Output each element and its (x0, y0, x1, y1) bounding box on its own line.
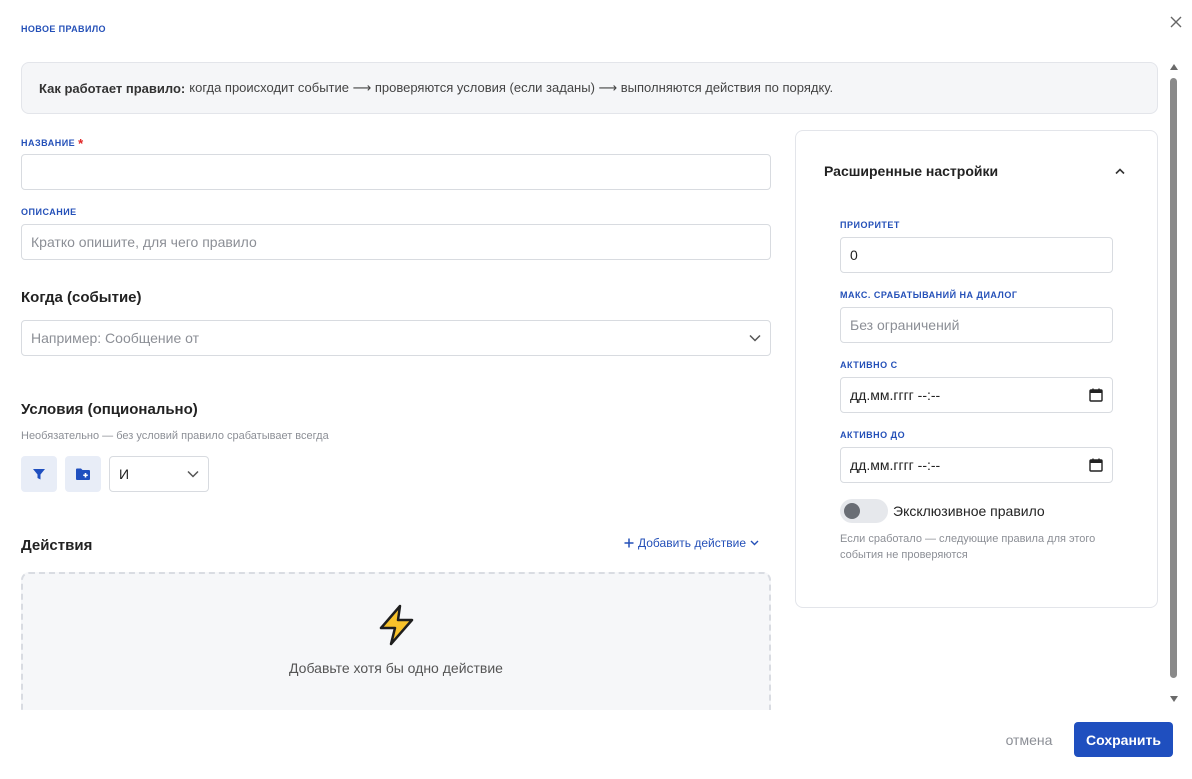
calendar-icon[interactable] (1089, 388, 1103, 402)
active-to-value: дд.мм.гггг --:-- (850, 457, 941, 473)
save-button[interactable]: Сохранить (1074, 722, 1173, 757)
exclusive-label: Эксклюзивное правило (893, 503, 1045, 519)
active-to-input[interactable]: дд.мм.гггг --:-- (840, 447, 1113, 483)
operator-value: И (119, 466, 130, 482)
max-triggers-input[interactable]: Без ограничений (840, 307, 1113, 343)
trigger-title: Когда (событие) (21, 289, 142, 306)
chevron-down-icon (750, 540, 759, 546)
close-icon (1170, 16, 1182, 28)
scroll-down-arrow[interactable] (1170, 696, 1178, 702)
lightning-icon (379, 604, 414, 646)
folder-plus-icon (76, 468, 90, 480)
operator-select[interactable]: И (109, 456, 209, 492)
chevron-up-icon (1115, 167, 1125, 174)
close-button[interactable] (1166, 12, 1186, 32)
actions-title: Действия (21, 537, 93, 554)
conditions-hint: Необязательно — без условий правило сраб… (21, 430, 329, 442)
plus-icon (624, 538, 634, 548)
add-action-button[interactable]: Добавить действие (624, 536, 759, 550)
filter-icon (33, 469, 45, 480)
add-condition-button[interactable] (21, 456, 57, 492)
scroll-thumb[interactable] (1170, 78, 1177, 678)
description-input[interactable]: Кратко опишите, для чего правило (21, 224, 771, 260)
priority-value: 0 (850, 247, 858, 263)
trigger-placeholder: Например: Сообщение от (31, 330, 200, 346)
info-box-title: Как работает правило: (39, 80, 186, 96)
info-box: Как работает правило: когда происходит с… (21, 62, 1158, 114)
calendar-icon[interactable] (1089, 458, 1103, 472)
active-from-input[interactable]: дд.мм.гггг --:-- (840, 377, 1113, 413)
name-label: НАЗВАНИЕ * (21, 134, 84, 151)
info-box-text: когда происходит событие ⟶ проверяются у… (189, 80, 834, 95)
toggle-knob (844, 503, 860, 519)
active-to-label: АКТИВНО ДО (840, 430, 906, 440)
name-input[interactable] (21, 154, 771, 190)
actions-empty-text: Добавьте хотя бы одно действие (289, 660, 503, 676)
cancel-button[interactable]: отмена (990, 724, 1068, 756)
chevron-down-icon (187, 470, 199, 478)
priority-label: ПРИОРИТЕТ (840, 220, 900, 230)
required-mark: * (78, 136, 84, 151)
conditions-title: Условия (опционально) (21, 401, 198, 418)
description-placeholder: Кратко опишите, для чего правило (31, 234, 257, 250)
active-from-label: АКТИВНО С (840, 360, 898, 370)
add-group-button[interactable] (65, 456, 101, 492)
advanced-settings-panel: Расширенные настройки ПРИОРИТЕТ 0 МАКС. … (795, 130, 1158, 608)
max-triggers-placeholder: Без ограничений (850, 317, 960, 333)
active-from-value: дд.мм.гггг --:-- (850, 387, 941, 403)
modal-body: Как работает правило: когда происходит с… (0, 60, 1168, 710)
description-label: ОПИСАНИЕ (21, 207, 77, 217)
exclusive-toggle[interactable] (840, 499, 888, 523)
modal-title: НОВОЕ ПРАВИЛО (21, 24, 106, 34)
chevron-down-icon (749, 334, 761, 342)
priority-input[interactable]: 0 (840, 237, 1113, 273)
name-label-text: НАЗВАНИЕ (21, 138, 76, 148)
advanced-settings-title: Расширенные настройки (824, 163, 999, 179)
trigger-select[interactable]: Например: Сообщение от (21, 320, 771, 356)
scrollbar[interactable] (1168, 60, 1180, 710)
exclusive-hint: Если сработало — следующие правила для э… (840, 533, 1096, 561)
scroll-up-arrow[interactable] (1170, 64, 1178, 70)
collapse-button[interactable] (1112, 163, 1128, 179)
max-triggers-label: МАКС. СРАБАТЫВАНИЙ НА ДИАЛОГ (840, 290, 1018, 300)
add-action-label: Добавить действие (638, 536, 746, 550)
actions-dropzone[interactable]: Добавьте хотя бы одно действие (21, 572, 771, 710)
